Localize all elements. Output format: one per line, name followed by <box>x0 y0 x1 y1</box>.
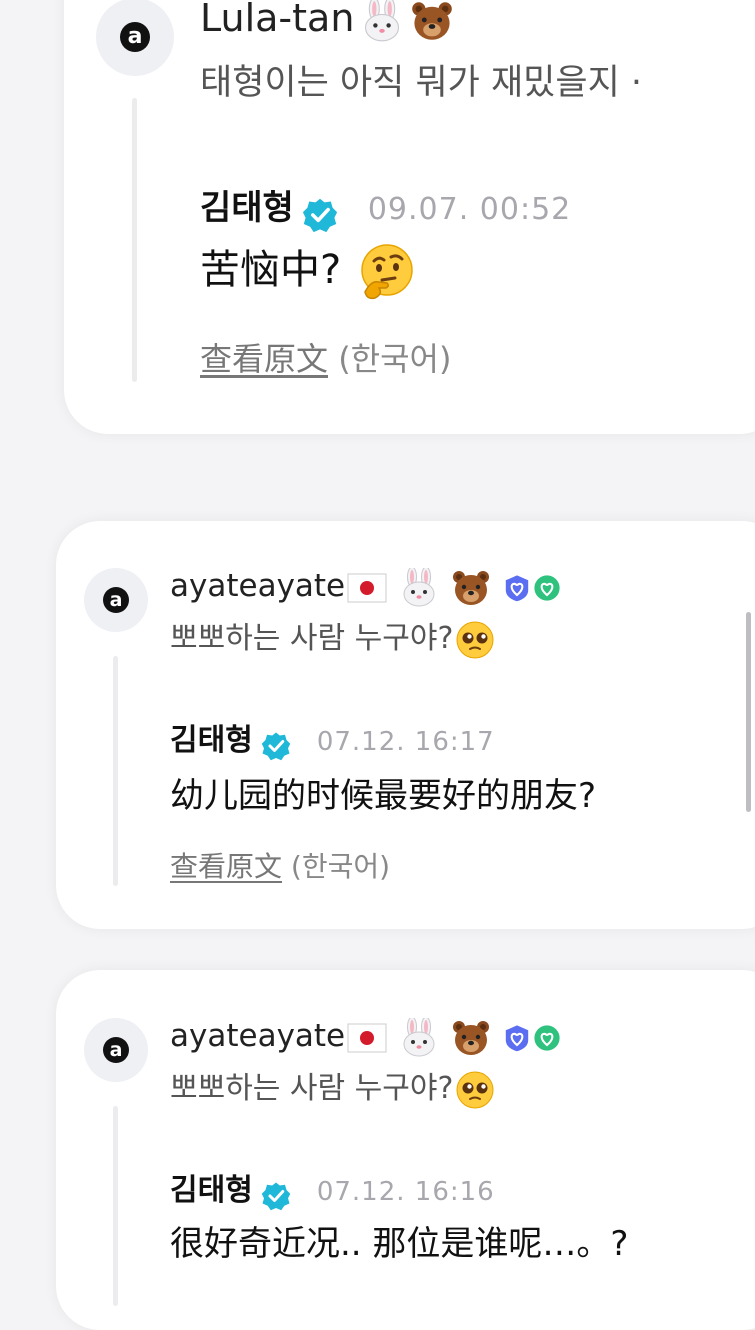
avatar-letter-icon: a <box>103 1037 129 1063</box>
purple-heart-badge-icon <box>503 1024 531 1052</box>
verified-icon <box>261 731 291 761</box>
view-original-link[interactable]: 查看原文 <box>170 850 282 883</box>
artist-reply-header: 김태형 07.12. 16:16 <box>170 1168 495 1218</box>
user-avatar[interactable]: a <box>84 568 148 632</box>
reply-timestamp: 07.12. 16:16 <box>316 1177 495 1207</box>
artist-reply-header: 김태형 07.12. 16:17 <box>170 718 495 768</box>
verified-icon <box>261 1181 291 1211</box>
artist-reply-header: 김태형 09.07. 00:52 <box>200 185 571 237</box>
purple-heart-badge-icon <box>503 574 531 602</box>
artist-reply-text: 苦恼中? <box>200 240 417 302</box>
fan-comment-text: 뽀뽀하는 사람 누구야? <box>170 1066 495 1112</box>
view-original-link[interactable]: 查看原文 <box>200 340 328 378</box>
artist-name[interactable]: 김태형 <box>170 1173 253 1208</box>
original-language-label: (한국어) <box>290 850 391 883</box>
scrollbar-thumb[interactable] <box>746 612 751 812</box>
green-heart-badge-icon <box>533 1024 561 1052</box>
verified-icon <box>302 197 338 233</box>
avatar-letter-icon: a <box>103 587 129 613</box>
bear-emoji-icon <box>451 568 491 608</box>
bear-emoji-icon <box>451 1018 491 1058</box>
thread-line <box>113 1106 118 1306</box>
artist-name[interactable]: 김태형 <box>170 723 253 758</box>
reply-timestamp: 07.12. 16:17 <box>316 727 495 757</box>
green-heart-badge-icon <box>533 574 561 602</box>
rabbit-emoji-icon <box>399 568 439 608</box>
fan-comment-text: 뽀뽀하는 사람 누구야? <box>170 616 495 662</box>
chat-screen: { "posts": [ { "user": "Lula-tan", "user… <box>0 0 755 1330</box>
artist-reply-text: 很好奇近况.. 那位是谁呢…。? <box>170 1224 629 1264</box>
artist-name[interactable]: 김태형 <box>200 188 294 228</box>
pleading-face-emoji-icon <box>455 1070 495 1110</box>
bear-emoji-icon <box>410 0 454 43</box>
japan-flag-emoji-icon <box>347 573 387 603</box>
thinking-face-emoji-icon <box>357 242 417 302</box>
fan-comment-text: 태형이는 아직 뭐가 재밌을지 · <box>200 63 643 103</box>
pleading-face-emoji-icon <box>455 620 495 660</box>
view-original-row: 查看原文 (한국어) <box>170 844 390 890</box>
rabbit-emoji-icon <box>360 0 404 43</box>
reply-timestamp: 09.07. 00:52 <box>367 192 572 227</box>
comment-username[interactable]: Lula-tan <box>200 0 454 43</box>
comment-username[interactable]: ayateayate <box>170 1012 561 1060</box>
thread-line <box>113 656 118 886</box>
artist-reply-text: 幼儿园的时候最要好的朋友? <box>170 776 597 816</box>
thread-line <box>132 98 137 382</box>
user-avatar[interactable]: a <box>84 1018 148 1082</box>
rabbit-emoji-icon <box>399 1018 439 1058</box>
avatar-letter-icon: a <box>120 22 150 52</box>
view-original-row: 查看原文 (한국어) <box>200 336 451 382</box>
japan-flag-emoji-icon <box>347 1023 387 1053</box>
original-language-label: (한국어) <box>338 340 452 378</box>
comment-username[interactable]: ayateayate <box>170 562 561 610</box>
user-avatar[interactable]: a <box>96 0 174 76</box>
